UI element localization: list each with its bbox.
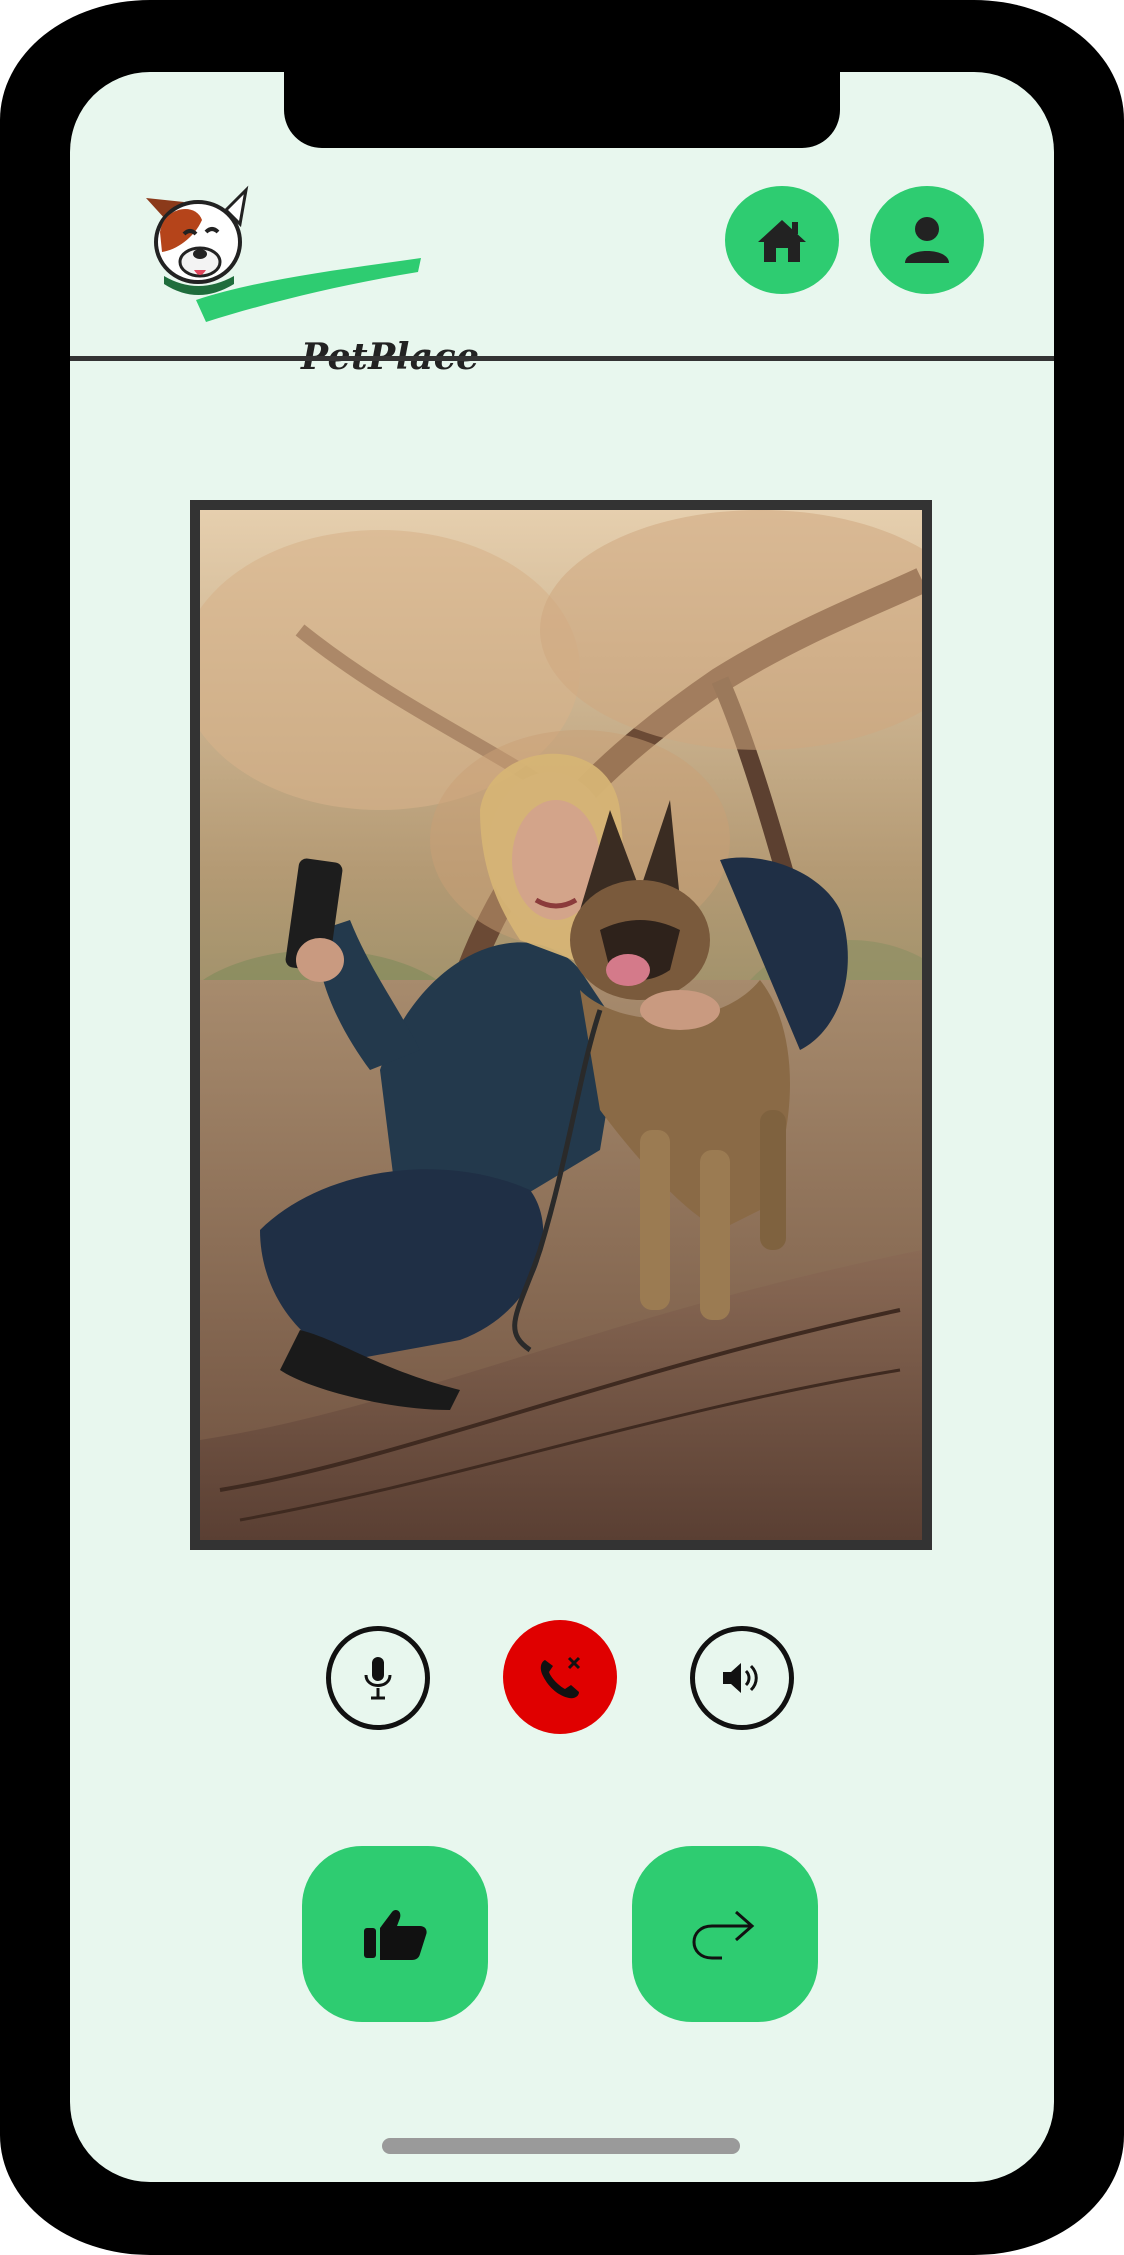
home-icon <box>758 220 806 262</box>
video-feed-frame <box>190 500 932 1550</box>
video-call-image <box>200 510 922 1540</box>
app-screen: PetPlace <box>70 72 1054 2182</box>
phone-hangup-icon <box>540 1656 581 1699</box>
header-divider <box>70 356 1054 361</box>
thumbs-up-icon <box>364 1910 427 1960</box>
end-call-button[interactable] <box>503 1620 617 1734</box>
like-button[interactable] <box>302 1846 488 2022</box>
speaker-button[interactable] <box>690 1626 794 1730</box>
speaker-icon <box>723 1663 758 1693</box>
home-indicator[interactable] <box>382 2138 740 2154</box>
share-button[interactable] <box>632 1846 818 2022</box>
phone-notch <box>284 72 840 148</box>
user-icon <box>905 217 949 263</box>
video-feed <box>200 510 922 1540</box>
phone-frame: PetPlace <box>0 0 1124 2255</box>
share-arrow-icon <box>692 1910 755 1960</box>
microphone-icon <box>364 1657 392 1700</box>
home-button[interactable] <box>725 186 839 294</box>
microphone-button[interactable] <box>326 1626 430 1730</box>
petplace-logo[interactable]: PetPlace <box>136 180 479 378</box>
dog-mascot-icon <box>146 185 421 322</box>
profile-button[interactable] <box>870 186 984 294</box>
